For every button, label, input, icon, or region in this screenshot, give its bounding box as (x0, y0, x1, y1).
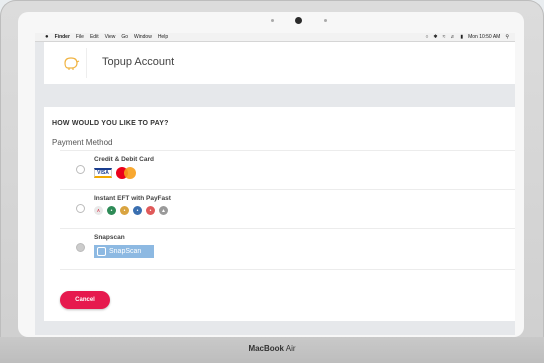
option-card-label: Credit & Debit Card (94, 156, 154, 163)
payment-card: HOW WOULD YOU LIKE TO PAY? Payment Metho… (44, 107, 515, 321)
volume-icon[interactable]: ♬ (450, 34, 455, 40)
option-snapscan[interactable]: Snapscan SnapScan (60, 229, 515, 270)
search-icon[interactable]: ⚲ (505, 34, 509, 40)
airdrop-icon[interactable]: ○ (425, 34, 428, 40)
menu-window[interactable]: Window (134, 34, 152, 40)
nedbank-icon: • (107, 206, 116, 215)
laptop-frame: ● Finder File Edit View Go Window Help ○… (0, 0, 544, 363)
snapscan-badge: SnapScan (94, 245, 154, 258)
menu-file[interactable]: File (76, 34, 84, 40)
wifi-icon[interactable]: ≈ (443, 34, 446, 40)
snapscan-badge-text: SnapScan (109, 248, 142, 255)
sensor-dot (324, 19, 327, 22)
clock[interactable]: Mon 10:50 AM (468, 34, 500, 40)
investec-bank-icon: ▲ (159, 206, 168, 215)
capitec-bank-icon: • (146, 206, 155, 215)
standard-bank-icon: • (133, 206, 142, 215)
menu-help[interactable]: Help (158, 34, 168, 40)
fnb-bank-icon: • (120, 206, 129, 215)
menu-bar: ● Finder File Edit View Go Window Help ○… (35, 33, 515, 42)
bluetooth-icon[interactable]: ✱ (433, 34, 437, 40)
piggy-bank-icon (64, 57, 80, 70)
radio-snapscan[interactable] (76, 243, 85, 252)
header-card: Topup Account (44, 42, 515, 84)
camera-icon (295, 17, 302, 24)
page-title: Topup Account (102, 56, 175, 68)
card-logos: VISA (94, 167, 136, 179)
payment-method-label: Payment Method (52, 138, 113, 147)
bank-logos: ∧ • • • • ▲ (94, 206, 168, 215)
radio-card[interactable] (76, 165, 85, 174)
menu-go[interactable]: Go (121, 34, 128, 40)
absa-bank-icon: ∧ (94, 206, 103, 215)
app-logo (56, 48, 87, 78)
device-brand: MacBook Air (0, 344, 544, 353)
cancel-button[interactable]: Cancel (60, 291, 110, 309)
brand-name: MacBook (248, 344, 284, 353)
screen: ● Finder File Edit View Go Window Help ○… (35, 33, 515, 335)
apple-menu-icon[interactable]: ● (45, 34, 49, 40)
option-card[interactable]: Credit & Debit Card VISA (60, 151, 515, 190)
option-eft-label: Instant EFT with PayFast (94, 195, 171, 202)
snapscan-logo: SnapScan (94, 245, 154, 258)
menu-view[interactable]: View (105, 34, 116, 40)
payment-heading: HOW WOULD YOU LIKE TO PAY? (52, 120, 169, 127)
radio-eft[interactable] (76, 204, 85, 213)
payment-options: Credit & Debit Card VISA Instant EFT wit… (60, 150, 515, 270)
option-snapscan-label: Snapscan (94, 234, 125, 241)
menu-finder[interactable]: Finder (55, 34, 70, 40)
snapscan-icon (97, 247, 106, 256)
brand-model: Air (285, 344, 296, 353)
mastercard-logo (116, 167, 136, 179)
sensor-dot (271, 19, 274, 22)
status-area: ○ ✱ ≈ ♬ ▮ Mon 10:50 AM ⚲ (425, 34, 509, 40)
option-eft[interactable]: Instant EFT with PayFast ∧ • • • • ▲ (60, 190, 515, 229)
visa-logo: VISA (94, 168, 112, 178)
battery-icon[interactable]: ▮ (460, 34, 463, 40)
menu-edit[interactable]: Edit (90, 34, 99, 40)
